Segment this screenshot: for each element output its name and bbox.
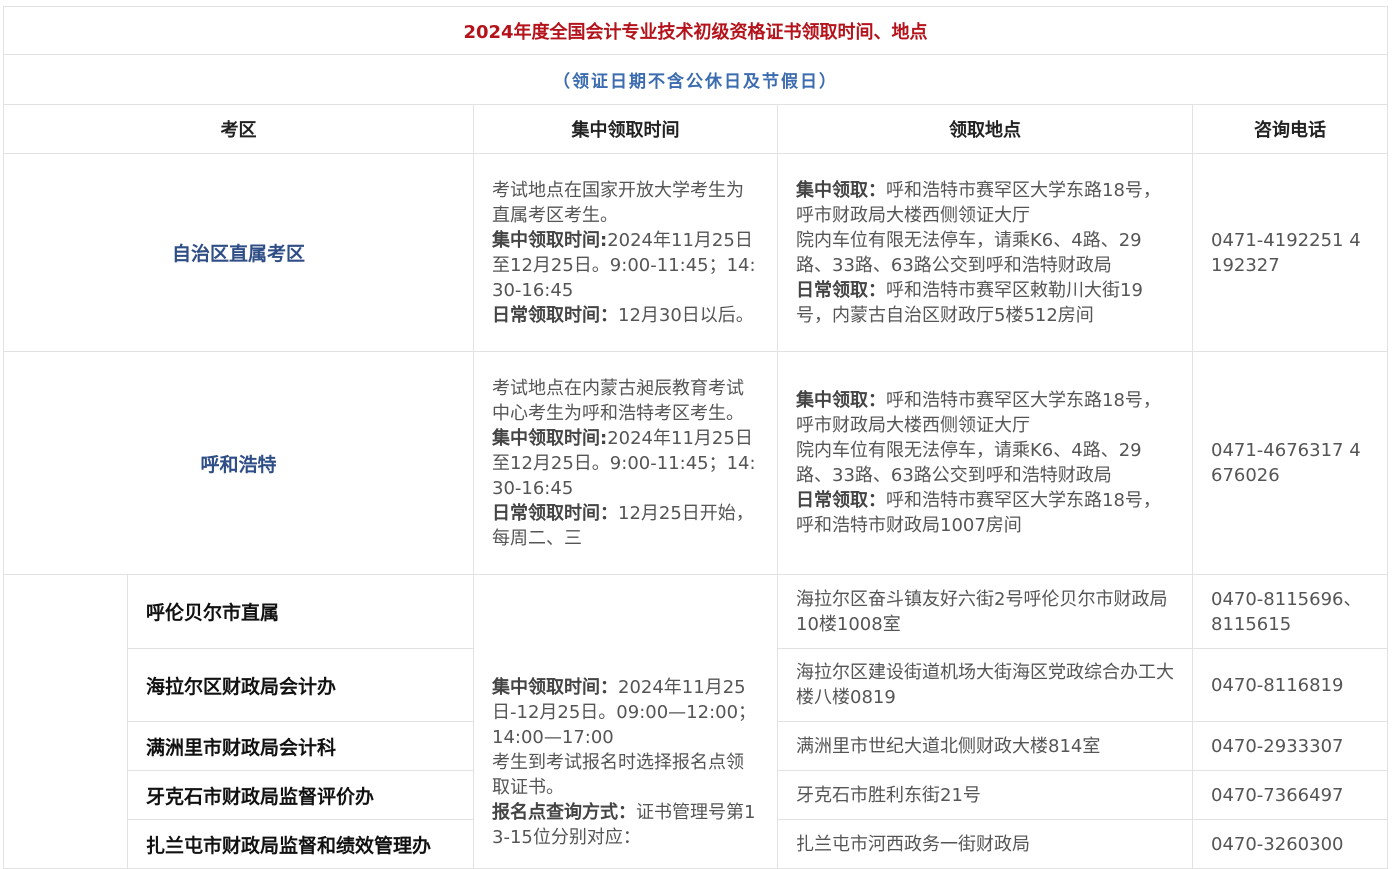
location-cell: 扎兰屯市河西政务一街财政局 xyxy=(777,819,1193,869)
time-cell: 集中领取时间：2024年11月25日-12月25日。09:00—12:00；14… xyxy=(473,574,778,869)
location-cell: 牙克石市胜利东街21号 xyxy=(777,770,1193,820)
header-time: 集中领取时间 xyxy=(473,104,778,154)
loc-central-label: 集中领取： xyxy=(796,390,886,411)
location-cell: 海拉尔区奋斗镇友好六街2号呼伦贝尔市财政局10楼1008室 xyxy=(777,574,1193,649)
title-row: 2024年度全国会计专业技术初级资格证书领取时间、地点 xyxy=(2,6,1389,55)
time-cell: 考试地点在国家开放大学考生为直属考区考生。 集中领取时间:2024年11月25日… xyxy=(473,153,778,352)
time-central-label: 集中领取时间: xyxy=(492,229,608,251)
loc-note: 院内车位有限无法停车，请乘K6、4路、29路、33路、63路公交到呼和浩特财政局 xyxy=(796,440,1142,486)
region-name: 呼和浩特 xyxy=(3,351,474,575)
time-daily-value: 12月30日以后。 xyxy=(618,304,754,326)
header-row: 考区 集中领取时间 领取地点 咨询电话 xyxy=(3,104,1389,154)
table-row: 自治区直属考区 考试地点在国家开放大学考生为直属考区考生。 集中领取时间:202… xyxy=(3,153,1389,352)
table-row: 呼和浩特 考试地点在内蒙古昶辰教育考试中心考生为呼和浩特考区考生。 集中领取时间… xyxy=(3,351,1389,575)
office-name: 扎兰屯市财政局监督和绩效管理办 xyxy=(127,819,474,869)
table-row: 呼伦贝尔市直属 集中领取时间：2024年11月25日-12月25日。09:00—… xyxy=(3,574,1389,869)
region-group-cell xyxy=(3,574,128,869)
time-query-label: 报名点查询方式： xyxy=(492,802,636,823)
time-note: 考生到考试报名时选择报名点领取证书。 xyxy=(492,752,744,798)
location-cell: 集中领取：呼和浩特市赛罕区大学东路18号，呼市财政局大楼西侧领证大厅 院内车位有… xyxy=(777,153,1193,352)
certificate-table-container: 2024年度全国会计专业技术初级资格证书领取时间、地点 （领证日期不含公休日及节… xyxy=(2,6,1389,869)
phone-cell: 0470-2933307 xyxy=(1191,721,1389,771)
loc-central-label: 集中领取： xyxy=(796,179,886,201)
subtitle-row: （领证日期不含公休日及节假日） xyxy=(2,54,1389,105)
phone-cell: 0470-8116819 xyxy=(1191,648,1389,722)
loc-note: 院内车位有限无法停车，请乘K6、4路、29路、33路、63路公交到呼和浩特财政局 xyxy=(796,229,1142,276)
phone-cell: 0470-3260300 xyxy=(1191,819,1389,869)
loc-daily-label: 日常领取： xyxy=(796,490,886,511)
header-phone: 咨询电话 xyxy=(1191,104,1389,154)
office-name: 牙克石市财政局监督评价办 xyxy=(127,770,474,820)
phone-cell: 0471-4676317 4676026 xyxy=(1191,351,1389,575)
header-location: 领取地点 xyxy=(777,104,1193,154)
time-intro: 考试地点在国家开放大学考生为直属考区考生。 xyxy=(492,179,744,226)
loc-daily-label: 日常领取： xyxy=(796,279,886,301)
page-subtitle: （领证日期不含公休日及节假日） xyxy=(2,54,1389,105)
phone-cell: 0470-8115696、8115615 xyxy=(1191,574,1389,649)
phone-cell: 0470-7366497 xyxy=(1191,770,1389,820)
office-name: 呼伦贝尔市直属 xyxy=(127,574,474,649)
time-cell: 考试地点在内蒙古昶辰教育考试中心考生为呼和浩特考区考生。 集中领取时间:2024… xyxy=(473,351,778,575)
time-intro: 考试地点在内蒙古昶辰教育考试中心考生为呼和浩特考区考生。 xyxy=(492,377,744,424)
office-name: 满洲里市财政局会计科 xyxy=(127,721,474,771)
certificate-table: 2024年度全国会计专业技术初级资格证书领取时间、地点 （领证日期不含公休日及节… xyxy=(2,6,1389,869)
time-daily-label: 日常领取时间： xyxy=(492,502,618,524)
location-cell: 集中领取：呼和浩特市赛罕区大学东路18号，呼市财政局大楼西侧领证大厅 院内车位有… xyxy=(777,351,1193,575)
time-daily-label: 日常领取时间： xyxy=(492,304,618,326)
region-name: 自治区直属考区 xyxy=(3,153,474,352)
phone-cell: 0471-4192251 4192327 xyxy=(1191,153,1389,352)
location-cell: 满洲里市世纪大道北侧财政大楼814室 xyxy=(777,721,1193,771)
page-title: 2024年度全国会计专业技术初级资格证书领取时间、地点 xyxy=(2,6,1389,55)
time-central-label: 集中领取时间： xyxy=(492,677,618,698)
time-central-label: 集中领取时间: xyxy=(492,427,608,449)
location-cell: 海拉尔区建设街道机场大街海区党政综合办工大楼八楼0819 xyxy=(777,648,1193,722)
office-name: 海拉尔区财政局会计办 xyxy=(127,648,474,722)
header-region: 考区 xyxy=(3,104,474,154)
